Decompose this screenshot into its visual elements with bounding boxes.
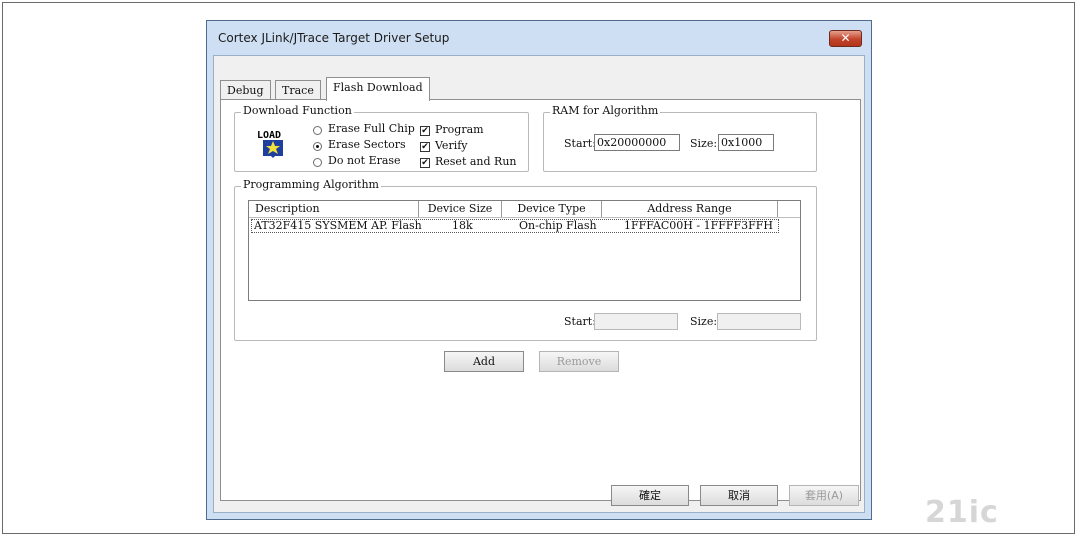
close-icon: ✕ — [840, 31, 851, 45]
download-function-group: Download Function LOAD Erase Full Chip E… — [234, 104, 529, 172]
cell-device-type: On-chip Flash — [519, 219, 597, 232]
erase-sectors-radio[interactable] — [313, 142, 322, 151]
add-button[interactable]: Add — [444, 351, 524, 372]
tab-label: Trace — [282, 84, 314, 97]
ram-size-input[interactable]: 0x1000 — [718, 134, 774, 151]
reset-and-run-label: Reset and Run — [435, 155, 517, 168]
column-header-label: Device Type — [517, 202, 586, 215]
apply-button[interactable]: 套用(A) — [789, 485, 859, 506]
tab-debug[interactable]: Debug — [220, 80, 271, 100]
check-mark-icon: ✔ — [421, 142, 429, 152]
program-checkbox[interactable]: ✔ — [420, 126, 430, 136]
ram-for-algorithm-label: RAM for Algorithm — [550, 104, 661, 118]
dialog-window: Cortex JLink/JTrace Target Driver Setup … — [206, 20, 872, 520]
column-header-device-type[interactable]: Device Type — [502, 201, 602, 217]
algorithm-start-label: Start: — [564, 315, 596, 328]
column-header-description[interactable]: Description — [249, 201, 419, 217]
column-header-label: Device Size — [427, 202, 493, 215]
erase-full-chip-label: Erase Full Chip — [328, 122, 415, 135]
download-function-label: Download Function — [241, 104, 354, 118]
programming-algorithm-group: Programming Algorithm Description Device… — [234, 178, 817, 341]
title-bar[interactable]: Cortex JLink/JTrace Target Driver Setup … — [207, 21, 871, 55]
algorithm-start-input[interactable] — [594, 313, 678, 330]
flash-download-panel: Download Function LOAD Erase Full Chip E… — [220, 99, 861, 501]
algorithm-size-input[interactable] — [717, 313, 801, 330]
tab-label: Debug — [227, 84, 264, 97]
tab-label: Flash Download — [333, 81, 423, 94]
cell-description: AT32F415 SYSMEM AP. Flash — [254, 219, 422, 232]
tab-flash-download[interactable]: Flash Download — [326, 77, 430, 101]
svg-text:LOAD: LOAD — [257, 130, 281, 141]
erase-sectors-label: Erase Sectors — [328, 138, 406, 151]
ok-button[interactable]: 確定 — [611, 485, 689, 506]
close-button[interactable]: ✕ — [829, 30, 862, 47]
cell-device-size: 18k — [452, 219, 473, 232]
check-mark-icon: ✔ — [421, 158, 429, 168]
dialog-client-area: Debug Trace Flash Download Download Func… — [213, 55, 865, 513]
window-title: Cortex JLink/JTrace Target Driver Setup — [218, 31, 450, 45]
ram-for-algorithm-group: RAM for Algorithm Start: 0x20000000 Size… — [543, 104, 817, 172]
do-not-erase-radio[interactable] — [313, 158, 322, 167]
algorithm-size-label: Size: — [690, 315, 718, 328]
do-not-erase-label: Do not Erase — [328, 154, 401, 167]
erase-full-chip-radio[interactable] — [313, 126, 322, 135]
ram-size-label: Size: — [690, 137, 718, 150]
column-header-label: Description — [255, 202, 320, 215]
load-icon: LOAD — [257, 130, 283, 158]
column-header-device-size[interactable]: Device Size — [419, 201, 502, 217]
cancel-button[interactable]: 取消 — [700, 485, 778, 506]
cell-address-range: 1FFFAC00H - 1FFFF3FFH — [624, 219, 773, 232]
verify-label: Verify — [435, 139, 468, 152]
check-mark-icon: ✔ — [421, 126, 429, 136]
column-header-address-range[interactable]: Address Range — [602, 201, 778, 217]
list-header: Description Device Size Device Type Addr… — [249, 201, 800, 218]
algorithm-list[interactable]: Description Device Size Device Type Addr… — [248, 200, 801, 301]
remove-button[interactable]: Remove — [539, 351, 619, 372]
programming-algorithm-label: Programming Algorithm — [241, 178, 381, 192]
table-row[interactable]: AT32F415 SYSMEM AP. Flash 18k On-chip Fl… — [251, 219, 779, 233]
reset-and-run-checkbox[interactable]: ✔ — [420, 158, 430, 168]
verify-checkbox[interactable]: ✔ — [420, 142, 430, 152]
tab-trace[interactable]: Trace — [275, 80, 321, 100]
column-header-label: Address Range — [647, 202, 732, 215]
ram-start-label: Start: — [564, 137, 596, 150]
ram-start-input[interactable]: 0x20000000 — [594, 134, 680, 151]
site-watermark: 21ic — [925, 495, 999, 530]
program-label: Program — [435, 123, 484, 136]
